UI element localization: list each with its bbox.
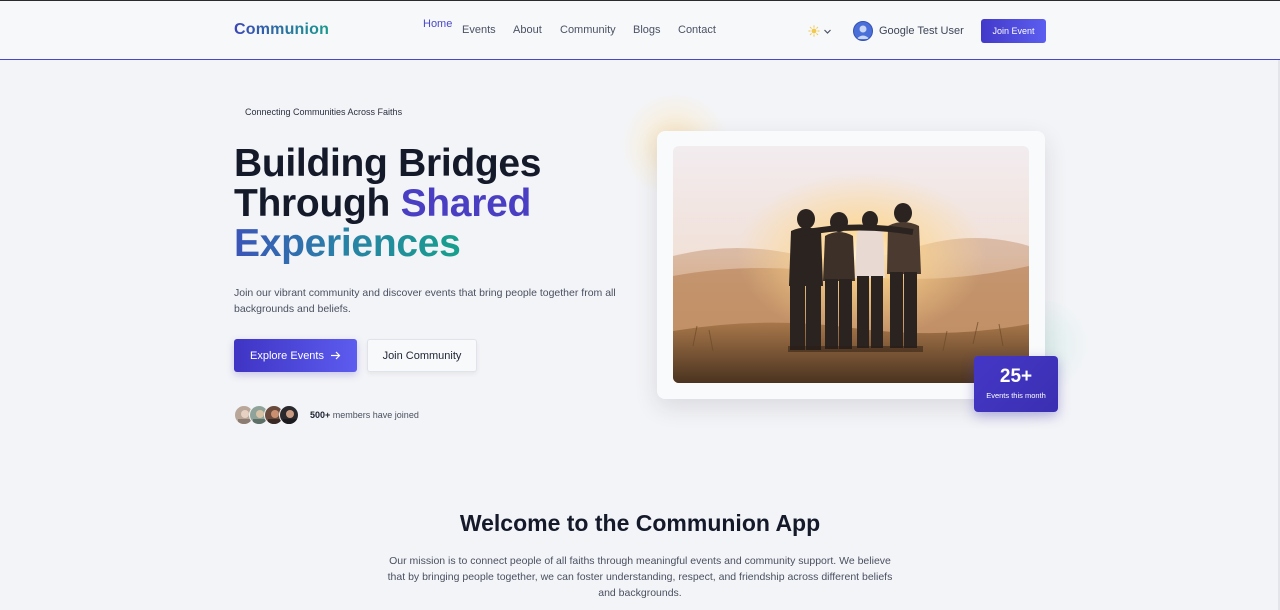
nav-blogs[interactable]: Blogs bbox=[633, 24, 661, 36]
events-stat-label: Events this month bbox=[986, 391, 1046, 400]
members-count: 500+ bbox=[310, 410, 331, 420]
explore-events-button[interactable]: Explore Events bbox=[234, 339, 357, 372]
top-navbar: Communion Home Events About Community Bl… bbox=[0, 1, 1280, 60]
member-avatar bbox=[279, 405, 299, 425]
hero-title-line3: Experiences bbox=[234, 222, 461, 265]
logo[interactable]: Communion bbox=[234, 21, 329, 39]
nav-about[interactable]: About bbox=[513, 24, 542, 36]
hero-image bbox=[673, 146, 1029, 383]
nav-contact[interactable]: Contact bbox=[678, 24, 716, 36]
sun-icon bbox=[808, 25, 820, 37]
join-event-button[interactable]: Join Event bbox=[981, 19, 1046, 43]
user-menu[interactable]: Google Test User bbox=[853, 20, 964, 42]
mission-text: Our mission is to connect people of all … bbox=[387, 555, 893, 599]
events-stat-badge: 25+ Events this month bbox=[974, 356, 1058, 412]
user-avatar bbox=[853, 21, 873, 41]
hero-title: Building Bridges Through Shared Experien… bbox=[234, 142, 542, 265]
hero-title-line1: Building Bridges bbox=[234, 142, 542, 185]
explore-events-label: Explore Events bbox=[250, 349, 324, 362]
members-text: 500+ members have joined bbox=[310, 410, 419, 420]
nav-events[interactable]: Events bbox=[462, 24, 496, 36]
members-label: members have joined bbox=[330, 410, 419, 420]
hero-title-line2a: Through bbox=[234, 182, 401, 225]
chevron-down-icon bbox=[824, 29, 831, 34]
nav-community[interactable]: Community bbox=[560, 24, 616, 36]
hero-description: Join our vibrant community and discover … bbox=[234, 287, 616, 315]
members-joined: 500+ members have joined bbox=[234, 404, 419, 426]
theme-toggle[interactable] bbox=[808, 23, 836, 39]
arrow-right-icon bbox=[330, 351, 341, 360]
events-stat-value: 25+ bbox=[999, 366, 1033, 387]
hero-title-highlight: Shared bbox=[400, 182, 532, 225]
user-name: Google Test User bbox=[879, 25, 964, 37]
welcome-title: Welcome to the Communion App bbox=[459, 510, 821, 536]
join-community-button[interactable]: Join Community bbox=[367, 339, 477, 372]
nav-home[interactable]: Home bbox=[423, 18, 452, 30]
hero-tagline: Connecting Communities Across Faiths bbox=[245, 107, 403, 117]
